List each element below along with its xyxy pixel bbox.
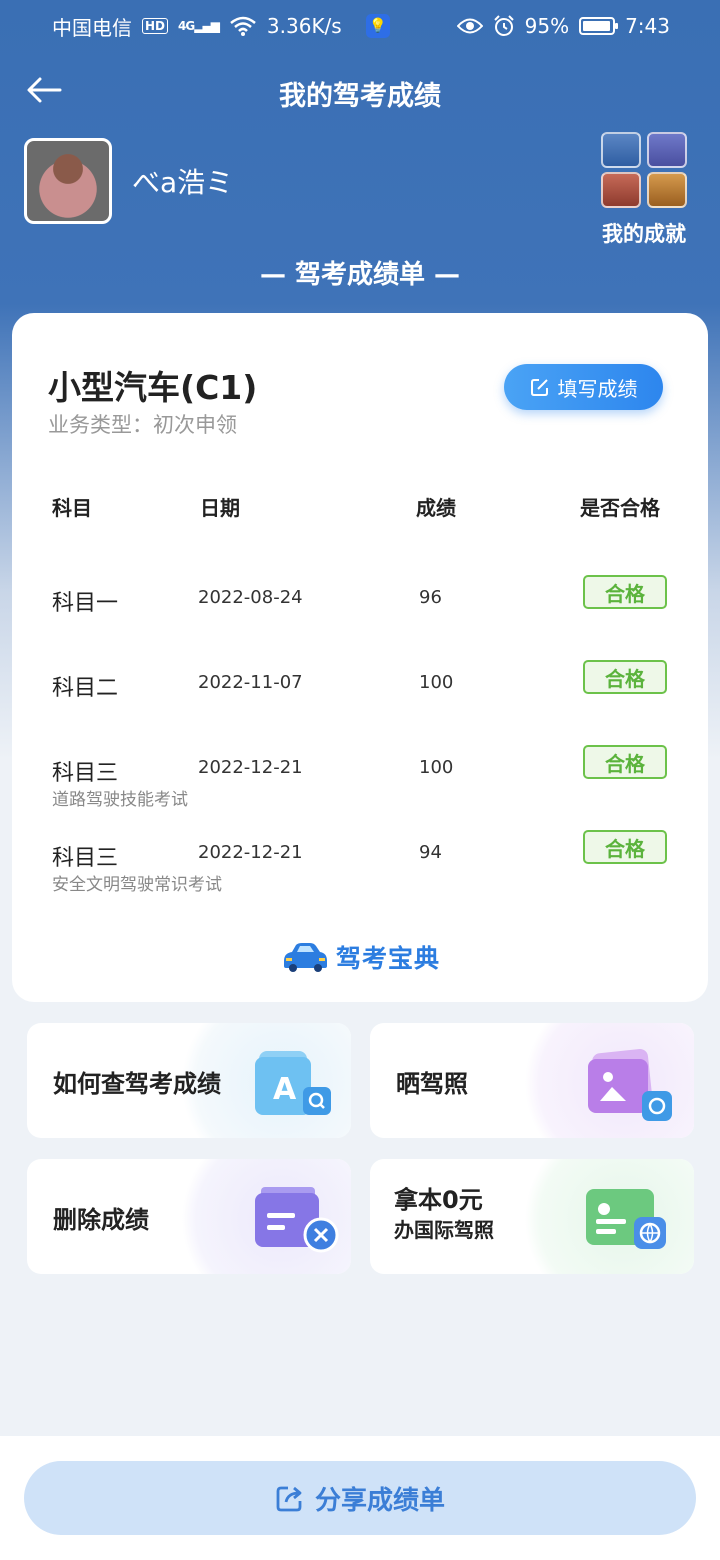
hd-icon: HD: [142, 18, 169, 34]
pass-badge: 合格: [583, 830, 667, 864]
brand-logo: 驾考宝典: [12, 939, 708, 975]
row-score: 96: [419, 587, 442, 608]
international-license-tile[interactable]: 拿本0元 办国际驾照: [370, 1159, 694, 1274]
row-score: 100: [419, 672, 454, 693]
column-header-date: 日期: [200, 496, 240, 520]
page-title: 我的驾考成绩: [279, 81, 441, 112]
photo-icon: [588, 1049, 672, 1121]
clock: 7:43: [625, 14, 670, 38]
wifi-icon: [230, 16, 256, 36]
row-subject: 科目三: [52, 761, 119, 786]
delete-document-icon: [255, 1187, 339, 1253]
tile-label: 如何查驾考成绩: [53, 1070, 221, 1098]
pass-badge: 合格: [583, 575, 667, 609]
avatar[interactable]: [24, 138, 112, 224]
share-icon: [276, 1486, 302, 1512]
row-date: 2022-12-21: [198, 757, 303, 778]
svg-text:A: A: [273, 1072, 297, 1107]
row-subject-detail: 道路驾驶技能考试: [52, 790, 188, 810]
eye-icon: [456, 18, 483, 34]
badge-icon: [647, 172, 687, 208]
fill-score-button[interactable]: 填写成绩: [504, 364, 663, 410]
share-report-button[interactable]: 分享成绩单: [24, 1461, 696, 1535]
username: べa浩ミ: [132, 166, 234, 199]
achievement-badges: [598, 132, 690, 208]
edit-icon: [530, 379, 548, 396]
lightbulb-icon: 💡: [365, 14, 390, 38]
tile-label: 拿本0元 办国际驾照: [394, 1185, 494, 1245]
carrier-label: 中国电信: [52, 15, 132, 40]
how-to-check-score-tile[interactable]: 如何查驾考成绩 A: [27, 1023, 351, 1138]
row-subject: 科目二: [52, 676, 119, 701]
row-date: 2022-12-21: [198, 842, 303, 863]
column-header-subject: 科目: [52, 496, 92, 520]
search-document-icon: A: [255, 1051, 331, 1115]
pass-badge: 合格: [583, 660, 667, 694]
tile-label: 晒驾照: [396, 1070, 468, 1098]
row-date: 2022-11-07: [198, 672, 303, 693]
section-title: — 驾考成绩单 —: [259, 260, 461, 290]
network-type: 4G: [178, 19, 195, 33]
battery-level: [583, 21, 610, 31]
badge-icon: [601, 132, 641, 168]
nav-header: 我的驾考成绩: [0, 60, 720, 120]
fill-score-label: 填写成绩: [557, 376, 638, 401]
status-bar: 中国电信 HD 4G▂▄▆ 3.36K/s 💡 95% 7:43: [0, 0, 720, 52]
badge-icon: [601, 172, 641, 208]
user-profile: べa浩ミ: [24, 138, 233, 224]
battery-icon: [579, 17, 619, 35]
row-date: 2022-08-24: [198, 587, 303, 608]
row-subject-detail: 安全文明驾驶常识考试: [52, 875, 222, 895]
signal-icon: 4G▂▄▆: [178, 19, 220, 33]
id-card-icon: [586, 1189, 666, 1249]
business-type: 业务类型：初次申领: [48, 413, 237, 437]
share-label: 分享成绩单: [314, 1485, 445, 1516]
table-row: 科目三 道路驾驶技能考试 2022-12-21 100 合格: [12, 745, 708, 835]
column-header-result: 是否合格: [580, 496, 660, 520]
row-subject: 科目一: [52, 591, 119, 616]
score-card: 小型汽车(C1) 业务类型：初次申领 填写成绩 科目 日期 成绩 是否合格 科目…: [12, 313, 708, 1002]
row-subject: 科目三: [52, 846, 119, 871]
badge-icon: [647, 132, 687, 168]
tile-label-line1: 拿本0元: [394, 1186, 483, 1214]
network-speed: 3.36K/s: [266, 14, 342, 38]
table-row: 科目二 2022-11-07 100 合格: [12, 660, 708, 750]
car-icon: [283, 943, 327, 972]
brand-name: 驾考宝典: [335, 944, 440, 973]
tile-label: 删除成绩: [53, 1206, 149, 1234]
achievements-button[interactable]: 我的成就: [598, 132, 690, 248]
achievements-label: 我的成就: [602, 222, 686, 246]
row-score: 94: [419, 842, 442, 863]
table-row: 科目一 2022-08-24 96 合格: [12, 575, 708, 665]
pass-badge: 合格: [583, 745, 667, 779]
column-header-score: 成绩: [416, 496, 456, 520]
tile-label-line2: 办国际驾照: [394, 1218, 494, 1242]
battery-percent: 95%: [524, 14, 570, 38]
delete-score-tile[interactable]: 删除成绩: [27, 1159, 351, 1274]
table-row: 科目三 安全文明驾驶常识考试 2022-12-21 94 合格: [12, 830, 708, 920]
bottom-bar: 分享成绩单: [0, 1436, 720, 1560]
row-score: 100: [419, 757, 454, 778]
alarm-icon: [493, 15, 514, 36]
show-license-tile[interactable]: 晒驾照: [370, 1023, 694, 1138]
license-type: 小型汽车(C1): [48, 368, 258, 407]
